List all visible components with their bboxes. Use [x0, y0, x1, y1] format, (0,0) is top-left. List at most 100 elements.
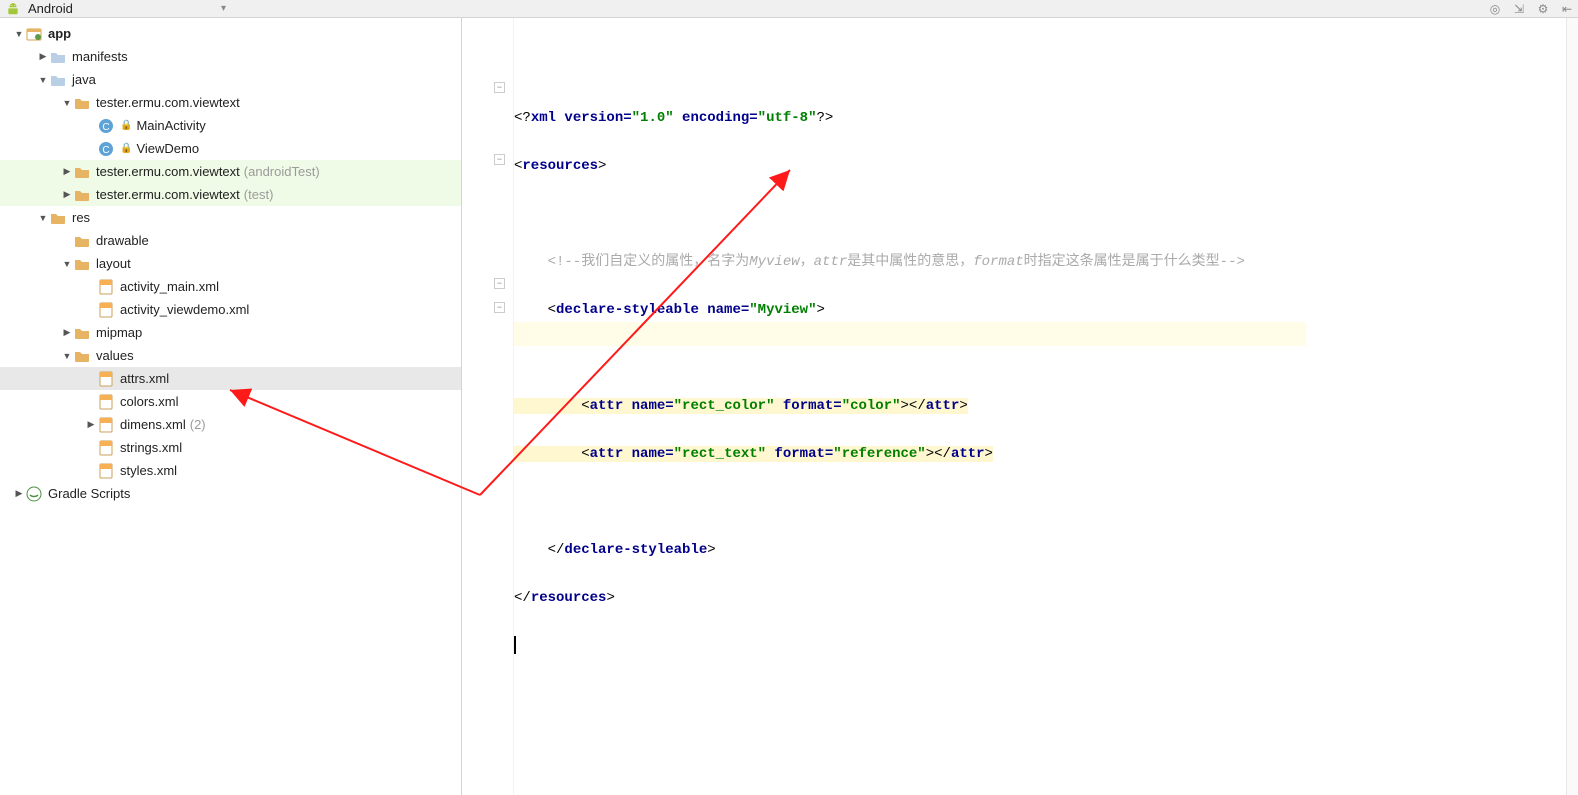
tree-label: mipmap: [96, 325, 142, 340]
tree-label: tester.ermu.com.viewtext: [96, 187, 240, 202]
tree-activity-viewdemo-xml[interactable]: activity_viewdemo.xml: [0, 298, 461, 321]
tree-layout[interactable]: ▼ layout: [0, 252, 461, 275]
code-editor[interactable]: <?xml version="1.0" encoding="utf-8"?> <…: [514, 18, 1306, 795]
chevron-down-icon: ▼: [60, 98, 74, 108]
tree-res[interactable]: ▼ res: [0, 206, 461, 229]
tree-label: ViewDemo: [136, 141, 199, 156]
tree-gradle-scripts[interactable]: ▶ Gradle Scripts: [0, 482, 461, 505]
chevron-down-icon: ▼: [36, 75, 50, 85]
chevron-right-icon: ▶: [84, 419, 98, 430]
tree-label: Gradle Scripts: [48, 486, 130, 501]
collapse-icon[interactable]: ⇲: [1512, 2, 1526, 16]
text-cursor: [514, 636, 516, 654]
tree-manifests[interactable]: ▶ manifests: [0, 45, 461, 68]
folder-icon: [50, 72, 66, 88]
tree-strings-xml[interactable]: strings.xml: [0, 436, 461, 459]
chevron-down-icon: ▼: [12, 29, 26, 39]
tree-values[interactable]: ▼ values: [0, 344, 461, 367]
view-mode-label: Android: [28, 1, 73, 16]
lock-icon: 🔒: [120, 120, 132, 131]
chevron-down-icon: ▼: [60, 259, 74, 269]
svg-text:C: C: [102, 122, 109, 133]
fold-marker-icon[interactable]: −: [494, 278, 505, 289]
xml-file-icon: [98, 371, 114, 387]
target-icon[interactable]: ◎: [1488, 2, 1502, 16]
tree-label: java: [72, 72, 96, 87]
fold-marker-icon[interactable]: −: [494, 302, 505, 313]
tree-package-test[interactable]: ▶ tester.ermu.com.viewtext (test): [0, 183, 461, 206]
tree-label: drawable: [96, 233, 149, 248]
tree-label: activity_viewdemo.xml: [120, 302, 249, 317]
tree-label: app: [48, 26, 71, 41]
java-class-icon: C: [98, 141, 114, 157]
tree-styles-xml[interactable]: styles.xml: [0, 459, 461, 482]
tree-label-suffix: (test): [244, 187, 274, 202]
tree-main-activity[interactable]: C 🔒 MainActivity: [0, 114, 461, 137]
editor: − − − − <?xml version="1.0" encoding="ut…: [462, 18, 1578, 795]
tree-package-main[interactable]: ▼ tester.ermu.com.viewtext: [0, 91, 461, 114]
tree-label: attrs.xml: [120, 371, 169, 386]
xml-file-icon: [98, 440, 114, 456]
chevron-right-icon: ▶: [12, 488, 26, 499]
folder-icon: [50, 49, 66, 65]
tree-label: MainActivity: [136, 118, 205, 133]
module-icon: [26, 26, 42, 42]
tree-label: styles.xml: [120, 463, 177, 478]
tree-package-androidtest[interactable]: ▶ tester.ermu.com.viewtext (androidTest): [0, 160, 461, 183]
package-icon: [74, 187, 90, 203]
package-icon: [74, 95, 90, 111]
chevron-right-icon: ▶: [60, 166, 74, 177]
chevron-right-icon: ▶: [36, 51, 50, 62]
chevron-right-icon: ▶: [60, 327, 74, 338]
view-mode-dropdown[interactable]: Android ▾: [6, 1, 226, 16]
folder-icon: [74, 348, 90, 364]
tree-colors-xml[interactable]: colors.xml: [0, 390, 461, 413]
hide-icon[interactable]: ⇤: [1560, 2, 1574, 16]
gradle-icon: [26, 486, 42, 502]
fold-marker-icon[interactable]: −: [494, 82, 505, 93]
tree-dimens-xml[interactable]: ▶ dimens.xml (2): [0, 413, 461, 436]
tree-view-demo[interactable]: C 🔒 ViewDemo: [0, 137, 461, 160]
tree-label: dimens.xml: [120, 417, 186, 432]
tree-label: tester.ermu.com.viewtext: [96, 95, 240, 110]
tree-drawable[interactable]: drawable: [0, 229, 461, 252]
android-icon: [6, 2, 20, 16]
tree-label: activity_main.xml: [120, 279, 219, 294]
chevron-down-icon: ▼: [60, 351, 74, 361]
gear-icon[interactable]: ⚙: [1536, 2, 1550, 16]
editor-margin-strip: [1566, 18, 1578, 795]
xml-file-icon: [98, 417, 114, 433]
res-folder-icon: [50, 210, 66, 226]
tree-label: colors.xml: [120, 394, 179, 409]
project-tree: ▼ app ▶ manifests ▼ java ▼ tester.ermu.c…: [0, 18, 462, 795]
tree-mipmap[interactable]: ▶ mipmap: [0, 321, 461, 344]
folder-icon: [74, 325, 90, 341]
folder-icon: [74, 256, 90, 272]
folder-icon: [74, 233, 90, 249]
tree-label: res: [72, 210, 90, 225]
current-line-highlight: [514, 322, 1306, 346]
tree-label: tester.ermu.com.viewtext: [96, 164, 240, 179]
lock-icon: 🔒: [120, 143, 132, 154]
chevron-right-icon: ▶: [60, 189, 74, 200]
package-icon: [74, 164, 90, 180]
tree-app[interactable]: ▼ app: [0, 22, 461, 45]
xml-file-icon: [98, 463, 114, 479]
xml-file-icon: [98, 279, 114, 295]
tree-label-suffix: (androidTest): [244, 164, 320, 179]
editor-gutter: − − − −: [462, 18, 514, 795]
tree-attrs-xml[interactable]: attrs.xml: [0, 367, 461, 390]
svg-text:C: C: [102, 145, 109, 156]
tree-label: layout: [96, 256, 131, 271]
tree-label: strings.xml: [120, 440, 182, 455]
tree-java[interactable]: ▼ java: [0, 68, 461, 91]
xml-file-icon: [98, 302, 114, 318]
chevron-down-icon: ▾: [221, 3, 226, 14]
tree-activity-main-xml[interactable]: activity_main.xml: [0, 275, 461, 298]
java-class-icon: C: [98, 118, 114, 134]
tree-label-suffix: (2): [190, 417, 206, 432]
tree-label: values: [96, 348, 134, 363]
fold-marker-icon[interactable]: −: [494, 154, 505, 165]
project-toolbar: Android ▾ ◎ ⇲ ⚙ ⇤: [0, 0, 1578, 18]
tree-label: manifests: [72, 49, 128, 64]
